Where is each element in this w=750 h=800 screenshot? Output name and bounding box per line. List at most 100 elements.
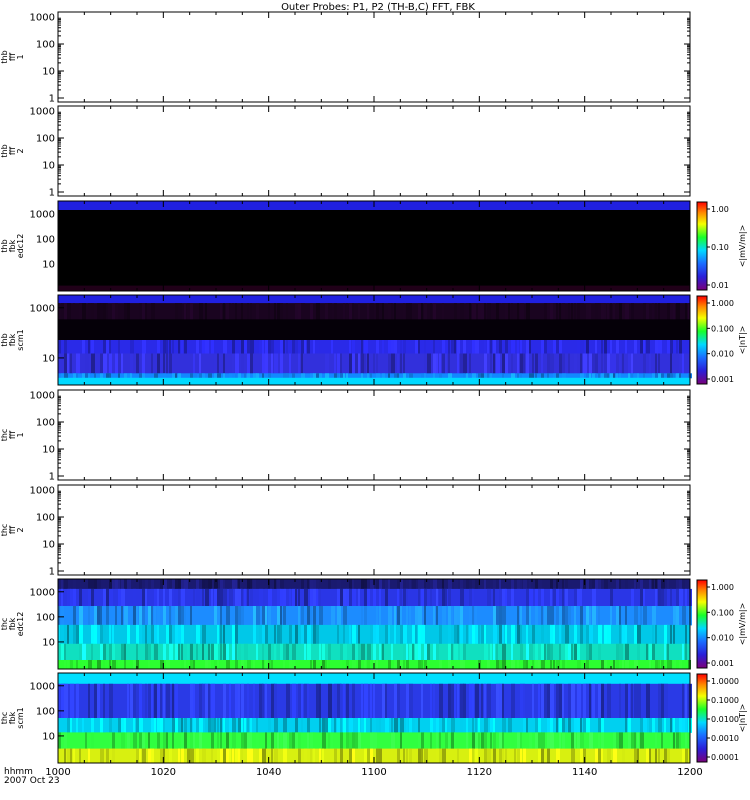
heatmap-stripe [370, 718, 372, 733]
colorbar-thb-fbk-scm1: 0.001 0.010 0.100 1.000 <|nT|> [696, 295, 747, 385]
heatmap-stripe [187, 303, 190, 320]
heatmap-stripe [70, 660, 73, 670]
heatmap-stripe [286, 373, 289, 379]
heatmap-stripe [322, 748, 324, 764]
heatmap-stripe [274, 748, 278, 764]
heatmap-stripe [169, 340, 171, 354]
heatmap-stripe [358, 624, 360, 645]
heatmap-stripe [133, 732, 137, 750]
panel-thb-fff2: 1 10 100 1000 thb fff 2 [0, 105, 691, 199]
heatmap-stripe [322, 660, 325, 670]
heatmap-stripe [619, 683, 621, 719]
heatmap-stripe [307, 718, 310, 733]
heatmap-stripe [505, 624, 507, 645]
heatmap-stripe [562, 660, 565, 670]
heatmap-stripe [610, 606, 612, 626]
heatmap-stripe [460, 353, 463, 374]
colorbar-label: <|nT|> [738, 704, 747, 733]
heatmap-stripe [658, 303, 660, 320]
heatmap-stripe [574, 353, 577, 374]
heatmap-stripe [139, 624, 142, 645]
heatmap-stripe [259, 588, 263, 607]
heatmap-stripe [136, 718, 139, 733]
heatmap-stripe [289, 588, 291, 607]
heatmap-stripe [580, 718, 582, 733]
colorbar-tick-label: 0.01 [711, 281, 729, 290]
heatmap-stripe [196, 643, 198, 661]
heatmap-stripe [616, 660, 619, 670]
heatmap-stripe [520, 624, 522, 645]
heatmap-stripe [496, 303, 499, 320]
heatmap-stripe [445, 353, 447, 374]
heatmap-stripe [454, 624, 457, 645]
heatmap-stripe [679, 579, 682, 590]
heatmap-stripe [244, 373, 246, 379]
heatmap-stripe [418, 606, 422, 626]
heatmap-stripe [577, 732, 580, 750]
heatmap-stripe [430, 732, 432, 750]
heatmap-stripe [334, 748, 337, 764]
heatmap-stripe [268, 606, 271, 626]
heatmap-stripe [448, 373, 452, 379]
heatmap-stripe [247, 373, 250, 379]
heatmap-stripe [481, 643, 484, 661]
heatmap-stripe [103, 683, 105, 719]
heatmap-stripe [304, 748, 307, 764]
heatmap-stripe [88, 579, 91, 590]
heatmap-stripe [442, 588, 445, 607]
heatmap-stripe [586, 643, 589, 661]
heatmap-stripe [199, 732, 202, 750]
heatmap-stripe [193, 718, 196, 733]
colorbar-tick-label: 0.100 [711, 608, 734, 617]
heatmap-stripe [169, 588, 172, 607]
heatmap-stripe [307, 624, 311, 645]
heatmap-stripe [457, 748, 459, 764]
y-label-thb-fbk-edc12: thb fbk edc12 [0, 234, 25, 259]
heatmap-stripe [448, 660, 451, 670]
heatmap-stripe [646, 748, 649, 764]
heatmap-stripe [658, 718, 662, 733]
heatmap-stripe [472, 748, 474, 764]
heatmap-stripe [574, 606, 576, 626]
heatmap-stripe [679, 588, 683, 607]
heatmap-stripe [619, 732, 623, 750]
heatmap-stripe [487, 373, 489, 379]
heatmap-stripe [439, 353, 441, 374]
heatmap-stripe [148, 683, 151, 719]
heatmap-stripe [601, 660, 604, 670]
heatmap-stripe [667, 624, 670, 645]
heatmap-stripe [256, 373, 259, 379]
heatmap-stripe [484, 732, 487, 750]
heatmap-stripe [220, 624, 222, 645]
heatmap-stripe [430, 579, 433, 590]
heatmap-stripe [172, 683, 174, 719]
heatmap-stripe [631, 353, 633, 374]
heatmap-stripe [577, 660, 581, 670]
heatmap-band-texture-1 [58, 303, 690, 320]
heatmap-stripe [364, 579, 367, 590]
heatmap-stripe [427, 660, 430, 670]
heatmap-stripe [88, 683, 90, 719]
heatmap-stripe [157, 624, 159, 645]
heatmap-stripe [262, 340, 264, 354]
heatmap-stripe [589, 606, 591, 626]
panel-thb-fbk-scm1: 10 1000 thb fbk scm1 0.001 0.010 0.100 1.000 <|nT… [0, 294, 747, 386]
heatmap-stripe [217, 353, 219, 374]
heatmap-stripe [253, 748, 256, 764]
heatmap-stripe [121, 353, 123, 374]
y-tick-label: 1000 [30, 486, 55, 497]
heatmap-stripe [286, 340, 288, 354]
heatmap-stripe [376, 748, 379, 764]
heatmap-stripe [352, 643, 355, 661]
heatmap-stripe [256, 643, 258, 661]
heatmap-stripe [64, 643, 66, 661]
heatmap-stripe [568, 643, 571, 661]
heatmap-stripe [247, 660, 251, 670]
heatmap-stripe [517, 353, 519, 374]
heatmap-stripe [490, 643, 492, 661]
heatmap-stripe [433, 718, 436, 733]
heatmap-stripe [496, 732, 498, 750]
y-label-thb-fff2: thb fff 2 [0, 144, 25, 157]
heatmap-stripe [568, 606, 571, 626]
heatmap-stripe [253, 606, 256, 626]
